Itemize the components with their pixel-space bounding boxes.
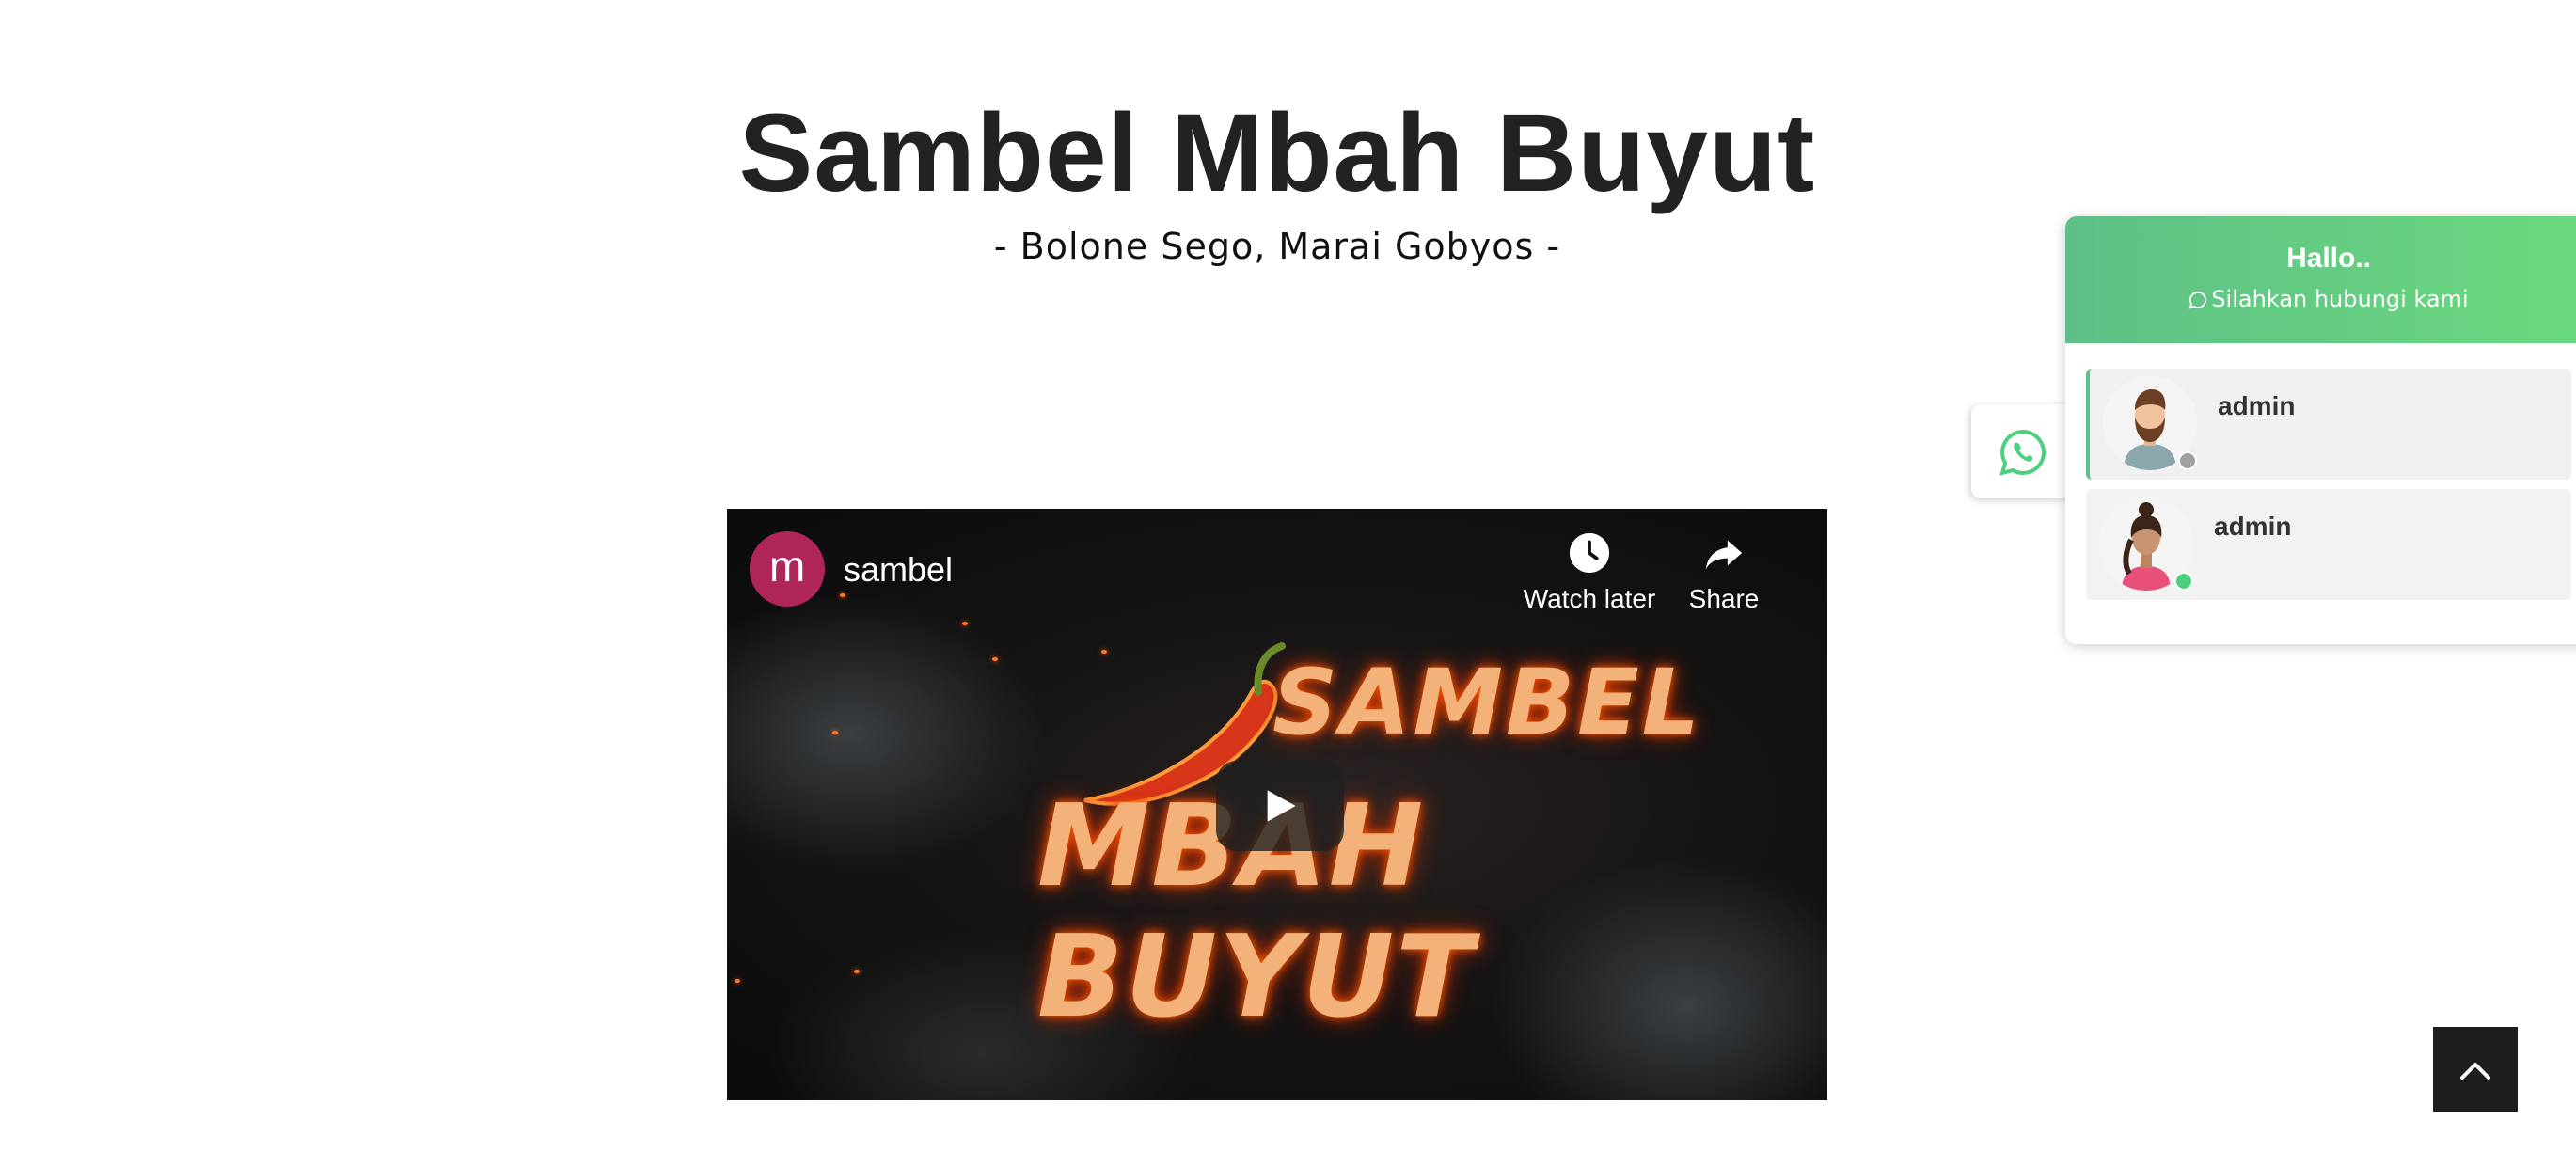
smoke-background bbox=[727, 593, 1047, 876]
share-arrow-icon bbox=[1705, 540, 1743, 570]
video-logo-line2: MBAH BUYUT bbox=[1037, 781, 1476, 1043]
watch-later-label: Watch later bbox=[1523, 584, 1656, 613]
play-button[interactable] bbox=[1216, 761, 1344, 851]
ember-spark bbox=[992, 657, 998, 661]
back-to-top-button[interactable] bbox=[2433, 1027, 2518, 1112]
whatsapp-icon bbox=[1999, 430, 2047, 476]
whatsapp-greeting: Hallo.. bbox=[2285, 243, 2371, 274]
site-title: Sambel Mbah Buyut bbox=[738, 91, 1816, 215]
ember-spark bbox=[840, 593, 845, 597]
whatsapp-panel-header: Hallo.. Silahkan hubungi kami bbox=[2065, 216, 2576, 343]
whatsapp-toggle-button[interactable] bbox=[1971, 404, 2075, 498]
whatsapp-subtitle: Silahkan hubungi kami bbox=[2065, 286, 2576, 312]
whatsapp-chat-panel: Hallo.. Silahkan hubungi kami admin admi… bbox=[2065, 216, 2576, 644]
channel-name[interactable]: sambel bbox=[844, 550, 953, 590]
agent-card-admin-1[interactable]: admin bbox=[2086, 369, 2571, 480]
agent-name: admin bbox=[2218, 391, 2296, 420]
ember-spark bbox=[962, 622, 968, 625]
ember-spark bbox=[854, 970, 860, 973]
ember-spark bbox=[735, 979, 740, 983]
status-offline-dot bbox=[2178, 451, 2197, 470]
play-icon bbox=[1267, 790, 1296, 822]
status-online-dot bbox=[2174, 572, 2193, 591]
watch-later-button[interactable]: Watch later bbox=[1514, 531, 1665, 614]
chevron-up-icon bbox=[2460, 1063, 2490, 1080]
whatsapp-small-icon bbox=[2189, 291, 2207, 309]
whatsapp-subtitle-text: Silahkan hubungi kami bbox=[2211, 286, 2469, 312]
ember-spark bbox=[832, 731, 838, 734]
video-logo-line1: SAMBEL bbox=[1272, 650, 1702, 755]
clock-icon bbox=[1569, 532, 1610, 574]
agent-card-admin-2[interactable]: admin bbox=[2086, 489, 2571, 600]
video-embed[interactable]: m sambel Watch later Share SAMBEL MBAH B… bbox=[727, 509, 1827, 1100]
agent-name: admin bbox=[2214, 512, 2292, 541]
share-label: Share bbox=[1688, 584, 1760, 613]
channel-avatar[interactable]: m bbox=[750, 531, 825, 607]
share-button[interactable]: Share bbox=[1667, 531, 1780, 614]
